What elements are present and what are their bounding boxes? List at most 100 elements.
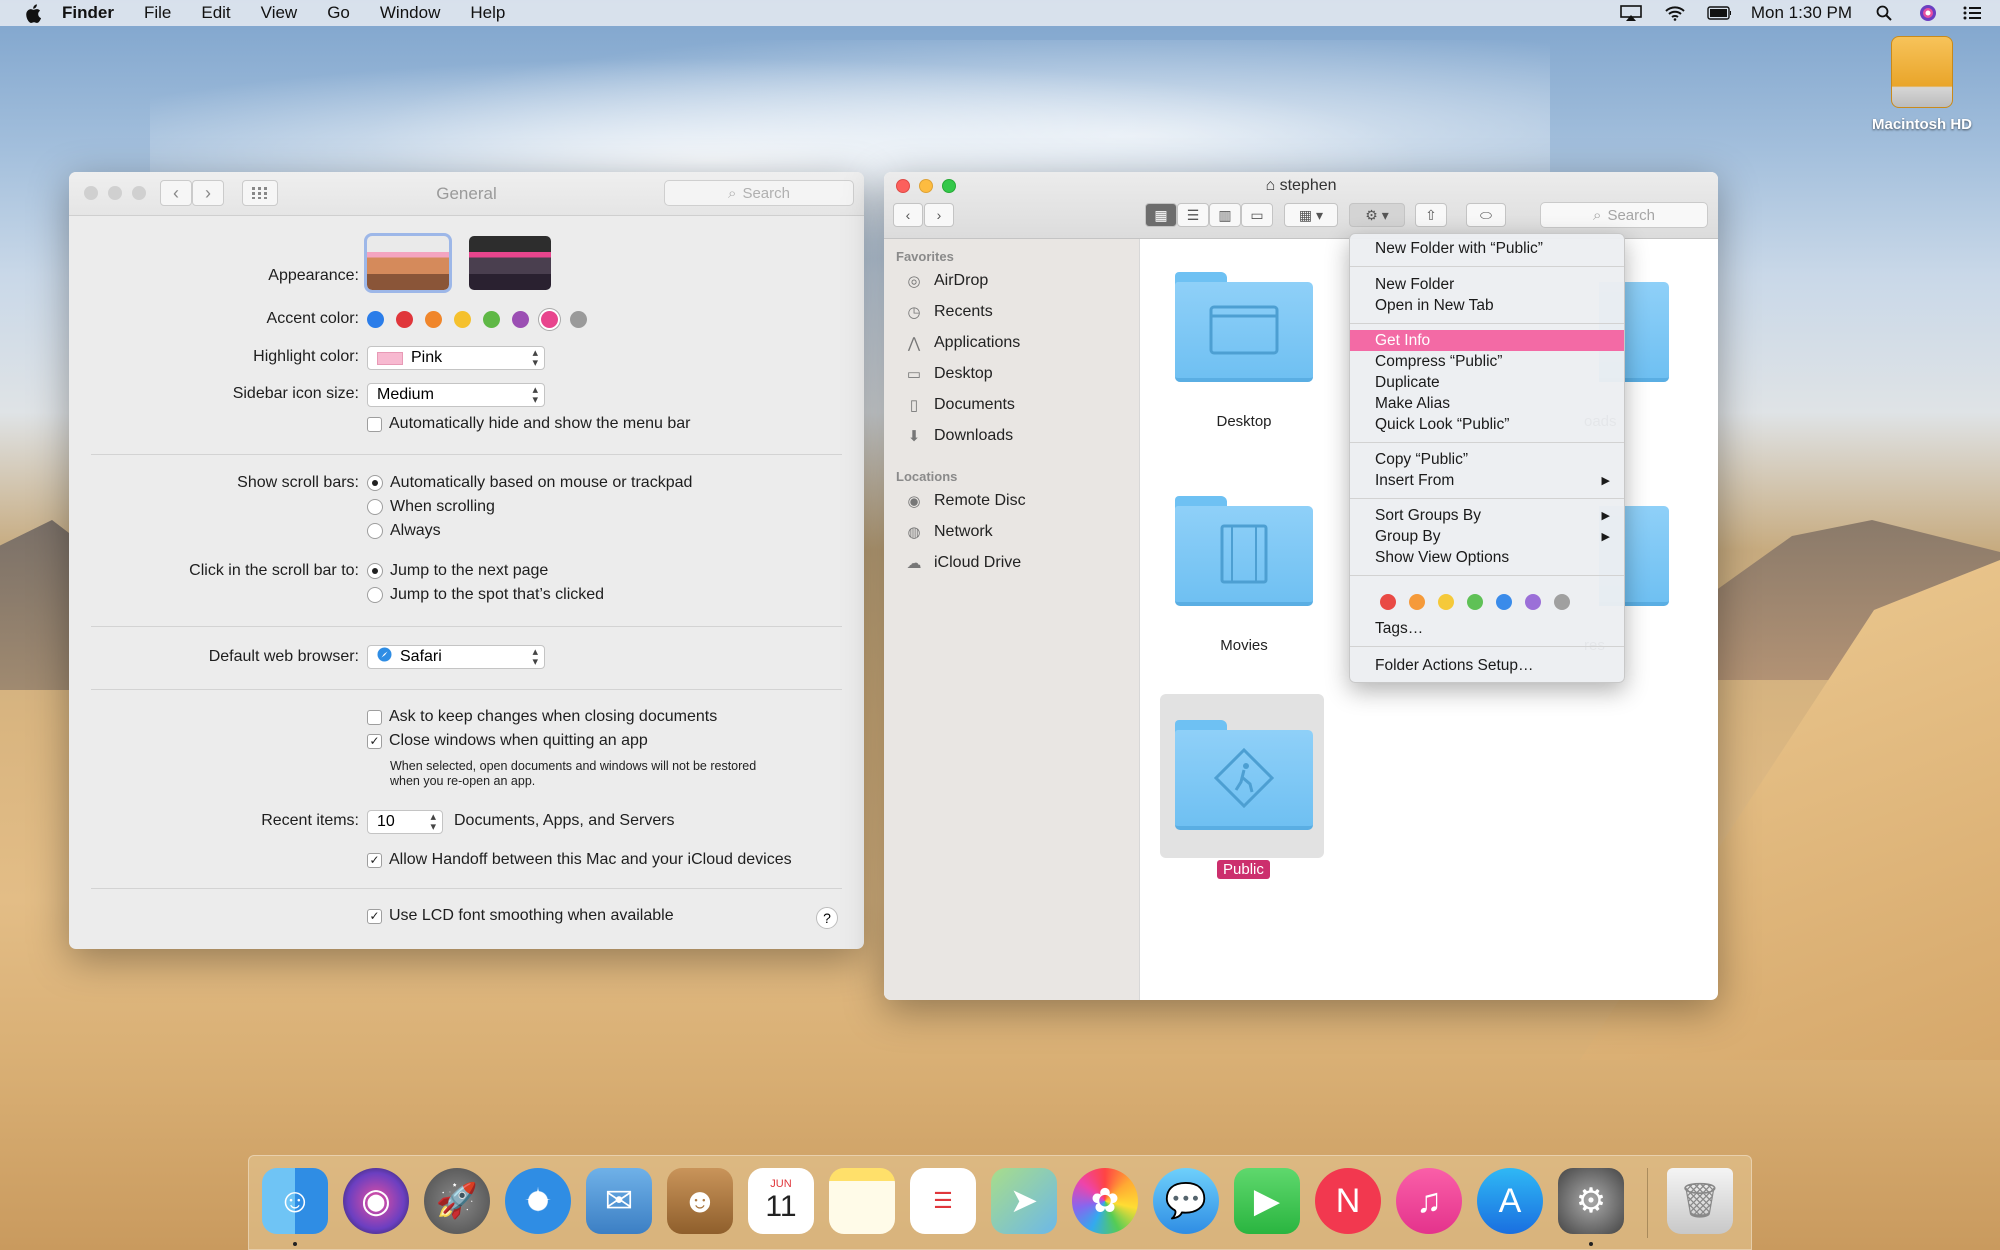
- menu-edit[interactable]: Edit: [201, 3, 230, 23]
- sidebar-item-network[interactable]: ◍ Network: [904, 522, 992, 542]
- sidebar-icon-size-popup[interactable]: Medium ▴ ▾: [367, 383, 545, 407]
- lcd-smoothing-row[interactable]: ✓ Use LCD font smoothing when available: [367, 907, 674, 925]
- tag-color-dot[interactable]: [1525, 594, 1541, 610]
- menu-item-group-by[interactable]: Group By ▶: [1350, 526, 1624, 547]
- news-icon[interactable]: N: [1315, 1168, 1381, 1234]
- handoff-row[interactable]: ✓ Allow Handoff between this Mac and you…: [367, 851, 792, 869]
- radio-button[interactable]: [367, 587, 383, 603]
- accent-color-swatch[interactable]: [367, 311, 384, 328]
- menu-view[interactable]: View: [261, 3, 298, 23]
- wifi-icon[interactable]: [1663, 4, 1687, 22]
- messages-icon[interactable]: 💬: [1153, 1168, 1219, 1234]
- safari-icon[interactable]: ✦: [505, 1168, 571, 1234]
- accent-color-swatch[interactable]: [512, 311, 529, 328]
- accent-color-swatch[interactable]: [570, 311, 587, 328]
- lcd-smoothing-checkbox[interactable]: ✓: [367, 908, 382, 924]
- radio-button[interactable]: [367, 475, 383, 491]
- sidebar-item-applications[interactable]: ⋀ Applications: [904, 333, 1020, 353]
- sidebar-item-documents[interactable]: ▯ Documents: [904, 395, 1015, 415]
- accent-color-swatch[interactable]: [425, 311, 442, 328]
- menu-item-sort-groups-by[interactable]: Sort Groups By ▶: [1350, 505, 1624, 526]
- back-button[interactable]: ‹: [893, 203, 923, 227]
- column-view-button[interactable]: ▥: [1209, 203, 1241, 227]
- menu-item-duplicate[interactable]: Duplicate: [1350, 372, 1624, 393]
- menu-item-copy[interactable]: Copy “Public”: [1350, 449, 1624, 470]
- radio-button[interactable]: [367, 563, 383, 579]
- tag-color-dot[interactable]: [1496, 594, 1512, 610]
- notes-icon[interactable]: [829, 1168, 895, 1234]
- tag-color-dot[interactable]: [1438, 594, 1454, 610]
- mail-icon[interactable]: ✉: [586, 1168, 652, 1234]
- trash-icon[interactable]: 🗑: [1667, 1168, 1733, 1234]
- notification-center-icon[interactable]: [1960, 4, 1984, 22]
- sidebar-item-recents[interactable]: ◷ Recents: [904, 302, 992, 322]
- menu-window[interactable]: Window: [380, 3, 440, 23]
- siri-icon[interactable]: ◉: [343, 1168, 409, 1234]
- list-view-button[interactable]: ☰: [1177, 203, 1209, 227]
- menu-item-folder-actions-setup[interactable]: Folder Actions Setup…: [1350, 655, 1624, 676]
- gallery-view-button[interactable]: ▭: [1241, 203, 1273, 227]
- forward-button[interactable]: ›: [924, 203, 954, 227]
- scroll-option-always[interactable]: Always: [367, 522, 441, 540]
- sidebar-item-airdrop[interactable]: ◎ AirDrop: [904, 271, 988, 291]
- menu-file[interactable]: File: [144, 3, 171, 23]
- appearance-dark-option[interactable]: [469, 236, 551, 290]
- menu-item-show-view-options[interactable]: Show View Options: [1350, 547, 1624, 568]
- radio-button[interactable]: [367, 523, 383, 539]
- tag-color-dot[interactable]: [1554, 594, 1570, 610]
- menu-go[interactable]: Go: [327, 3, 350, 23]
- spotlight-search-icon[interactable]: [1872, 4, 1896, 22]
- scroll-option-auto[interactable]: Automatically based on mouse or trackpad: [367, 474, 692, 492]
- itunes-icon[interactable]: ♫: [1396, 1168, 1462, 1234]
- contacts-icon[interactable]: ☻: [667, 1168, 733, 1234]
- radio-button[interactable]: [367, 499, 383, 515]
- highlight-color-popup[interactable]: Pink ▴ ▾: [367, 346, 545, 370]
- menu-item-insert-from[interactable]: Insert From ▶: [1350, 470, 1624, 491]
- group-by-button[interactable]: ▦ ▾: [1284, 203, 1338, 227]
- app-store-icon[interactable]: A: [1477, 1168, 1543, 1234]
- tag-color-dot[interactable]: [1380, 594, 1396, 610]
- photos-icon[interactable]: ✿: [1072, 1168, 1138, 1234]
- movies-folder-icon[interactable]: [1175, 496, 1313, 606]
- accent-color-swatch[interactable]: [483, 311, 500, 328]
- accent-color-swatch[interactable]: [541, 311, 558, 328]
- ask-keep-changes-checkbox[interactable]: [367, 709, 382, 725]
- sidebar-item-downloads[interactable]: ⬇ Downloads: [904, 426, 1013, 446]
- ask-keep-changes-row[interactable]: Ask to keep changes when closing documen…: [367, 708, 717, 726]
- recent-items-popup[interactable]: 10 ▴ ▾: [367, 810, 443, 834]
- default-browser-popup[interactable]: Safari ▴ ▾: [367, 645, 545, 669]
- sidebar-item-remote-disc[interactable]: ◉ Remote Disc: [904, 491, 1025, 511]
- finder-icon[interactable]: ☺: [262, 1168, 328, 1234]
- reminders-icon[interactable]: ☰: [910, 1168, 976, 1234]
- menu-app-name[interactable]: Finder: [62, 3, 114, 23]
- autohide-menubar-row[interactable]: Automatically hide and show the menu bar: [367, 415, 691, 433]
- folder-label-selected[interactable]: Public: [1217, 860, 1270, 879]
- finder-toolbar[interactable]: ⌂ stephen ‹ › ▦ ☰ ▥ ▭ ▦ ▾ ⚙ ▾ ⇧ ⬭ ⌕ Sear…: [884, 172, 1718, 239]
- menu-item-quick-look[interactable]: Quick Look “Public”: [1350, 414, 1624, 435]
- siri-icon[interactable]: [1916, 4, 1940, 22]
- handoff-checkbox[interactable]: ✓: [367, 852, 382, 868]
- finder-search-field[interactable]: ⌕ Search: [1540, 202, 1708, 228]
- share-button[interactable]: ⇧: [1415, 203, 1447, 227]
- launchpad-icon[interactable]: 🚀: [424, 1168, 490, 1234]
- click-option-spot-clicked[interactable]: Jump to the spot that’s clicked: [367, 586, 604, 604]
- maps-icon[interactable]: ➤: [991, 1168, 1057, 1234]
- battery-icon[interactable]: [1707, 4, 1731, 22]
- menu-item-get-info[interactable]: Get Info: [1350, 330, 1624, 351]
- close-windows-checkbox[interactable]: ✓: [367, 733, 382, 749]
- menu-item-compress[interactable]: Compress “Public”: [1350, 351, 1624, 372]
- menu-clock[interactable]: Mon 1:30 PM: [1751, 3, 1852, 23]
- accent-color-swatch[interactable]: [454, 311, 471, 328]
- accent-color-swatch[interactable]: [396, 311, 413, 328]
- close-windows-row[interactable]: ✓ Close windows when quitting an app: [367, 732, 648, 750]
- sidebar-item-icloud-drive[interactable]: ☁ iCloud Drive: [904, 553, 1022, 573]
- desktop-folder-icon[interactable]: [1175, 272, 1313, 382]
- tag-color-dot[interactable]: [1467, 594, 1483, 610]
- apple-menu-icon[interactable]: [22, 3, 44, 23]
- macintosh-hd-desktop-icon[interactable]: Macintosh HD: [1862, 36, 1982, 133]
- scroll-option-when-scrolling[interactable]: When scrolling: [367, 498, 495, 516]
- system-preferences-icon[interactable]: ⚙: [1558, 1168, 1624, 1234]
- menu-item-make-alias[interactable]: Make Alias: [1350, 393, 1624, 414]
- menu-item-tags[interactable]: Tags…: [1350, 618, 1624, 639]
- calendar-icon[interactable]: JUN 11: [748, 1168, 814, 1234]
